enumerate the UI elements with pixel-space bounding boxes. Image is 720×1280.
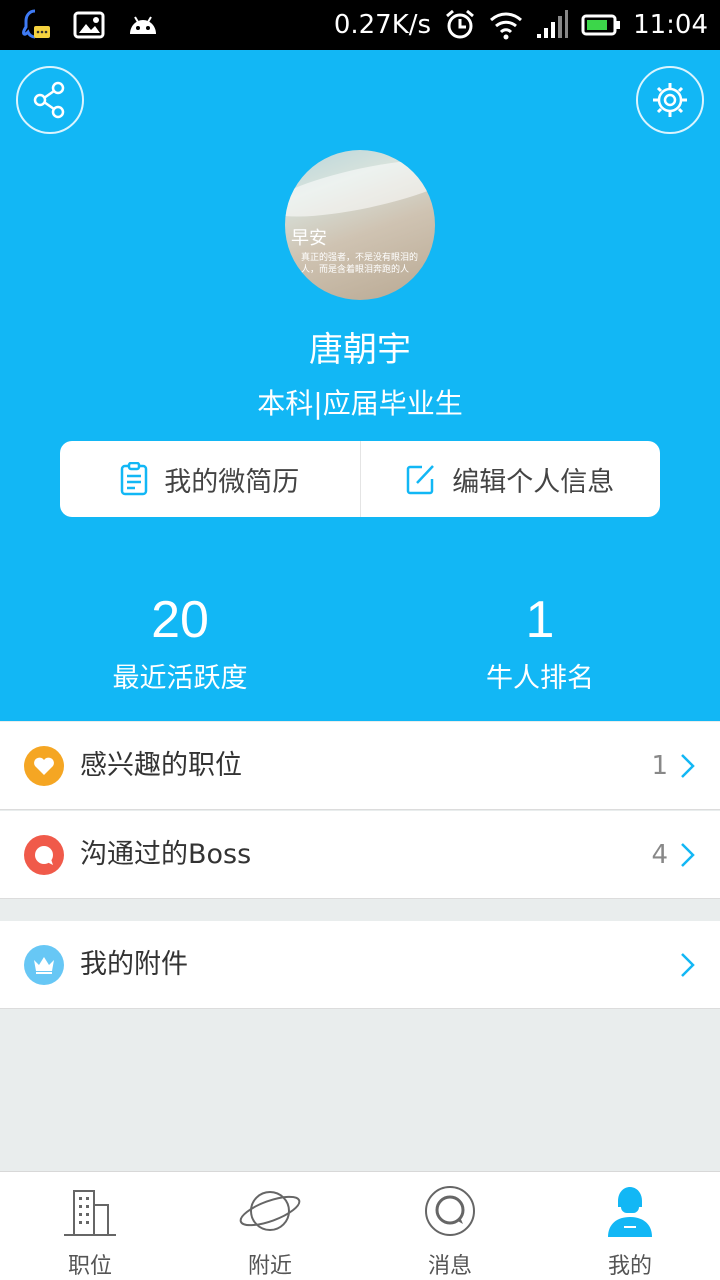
chevron-right-icon	[681, 754, 695, 778]
list-item-label: 我的附件	[80, 949, 188, 980]
tab-jobs-label: 职位	[67, 1254, 112, 1279]
bottom-navigation: 职位 附近 消息 我的	[0, 1171, 720, 1280]
tab-messages[interactable]: 消息	[360, 1172, 540, 1280]
activity-label: 最近活跃度	[112, 663, 248, 694]
list-item-contacted-boss[interactable]: 沟通过的Boss 4	[0, 811, 720, 899]
edit-profile-label: 编辑个人信息	[452, 466, 615, 498]
tab-me-label: 我的	[607, 1254, 652, 1279]
avatar[interactable]: 早安 真正的强者，不是没有眼泪的人，而是含着眼泪奔跑的人	[285, 150, 435, 300]
share-icon	[33, 81, 65, 119]
ranking-label: 牛人排名	[486, 663, 594, 694]
edit-icon	[407, 465, 435, 495]
list-item-interested-jobs[interactable]: 感兴趣的职位 1	[0, 722, 720, 810]
chevron-right-icon	[681, 953, 695, 977]
list-item-label: 感兴趣的职位	[80, 750, 242, 781]
settings-button[interactable]	[636, 66, 704, 134]
signal-icon	[537, 10, 569, 38]
edit-profile-button[interactable]: 编辑个人信息	[359, 441, 661, 517]
list-item-count: 4	[651, 840, 668, 870]
tab-messages-label: 消息	[427, 1254, 472, 1279]
user-name: 唐朝宇	[309, 330, 411, 370]
network-speed: 0.27K/s	[333, 10, 432, 40]
profile-actions: 我的微简历 编辑个人信息	[60, 441, 660, 517]
image-notification-icon	[73, 11, 105, 39]
user-icon	[598, 1182, 662, 1240]
chevron-right-icon	[681, 843, 695, 867]
heart-icon	[24, 746, 64, 786]
crown-icon	[24, 945, 64, 985]
gear-icon	[653, 83, 687, 117]
tab-nearby[interactable]: 附近	[180, 1172, 360, 1280]
wifi-icon	[490, 12, 523, 40]
message-icon	[418, 1182, 482, 1240]
status-bar: 0.27K/s 11:04	[0, 0, 720, 50]
tab-jobs[interactable]: 职位	[0, 1172, 180, 1280]
qq-notification-icon	[22, 9, 50, 39]
ranking-value: 1	[525, 591, 555, 649]
avatar-caption-text: 真正的强者，不是没有眼泪的人，而是含着眼泪奔跑的人	[301, 253, 419, 275]
chat-bubble-icon	[24, 835, 64, 875]
list-item-my-attachments[interactable]: 我的附件	[0, 921, 720, 1009]
android-notification-icon	[130, 16, 156, 34]
tab-nearby-label: 附近	[247, 1254, 292, 1279]
battery-icon	[581, 14, 621, 36]
list-item-label: 沟通过的Boss	[80, 839, 252, 870]
alarm-icon	[446, 9, 475, 39]
planet-icon	[238, 1182, 302, 1240]
share-button[interactable]	[16, 66, 84, 134]
list-item-count: 1	[651, 751, 668, 781]
user-education: 本科|应届毕业生	[257, 387, 463, 420]
tab-me[interactable]: 我的	[540, 1172, 720, 1280]
my-resume-button[interactable]: 我的微简历	[60, 441, 360, 517]
activity-stat: 20 最近活跃度	[0, 590, 360, 695]
profile-header: 早安 真正的强者，不是没有眼泪的人，而是含着眼泪奔跑的人 唐朝宇 本科|应届毕业…	[0, 50, 720, 721]
ranking-stat: 1 牛人排名	[360, 590, 720, 695]
building-icon	[58, 1182, 122, 1240]
clock: 11:04	[633, 10, 708, 40]
avatar-caption-title: 早安	[291, 228, 327, 249]
avatar-wave-decoration	[285, 150, 435, 229]
my-resume-label: 我的微简历	[164, 466, 300, 498]
activity-value: 20	[151, 591, 209, 649]
resume-icon	[121, 462, 148, 496]
